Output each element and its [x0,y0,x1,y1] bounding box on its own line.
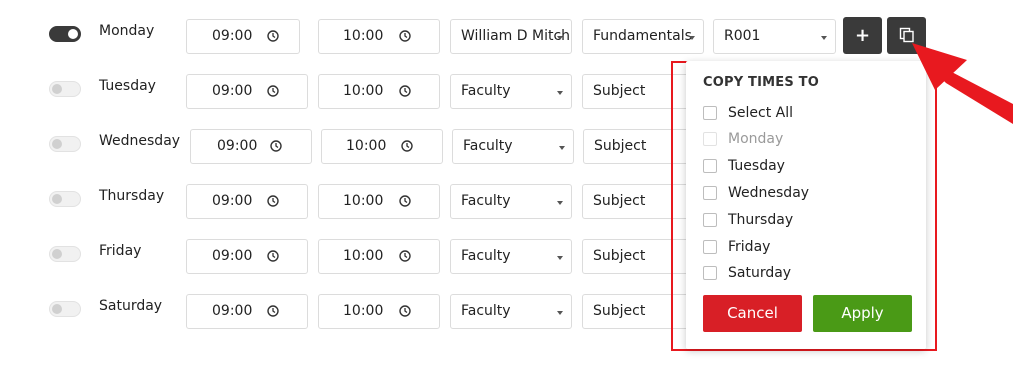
pointer-arrow-icon [912,43,1013,124]
